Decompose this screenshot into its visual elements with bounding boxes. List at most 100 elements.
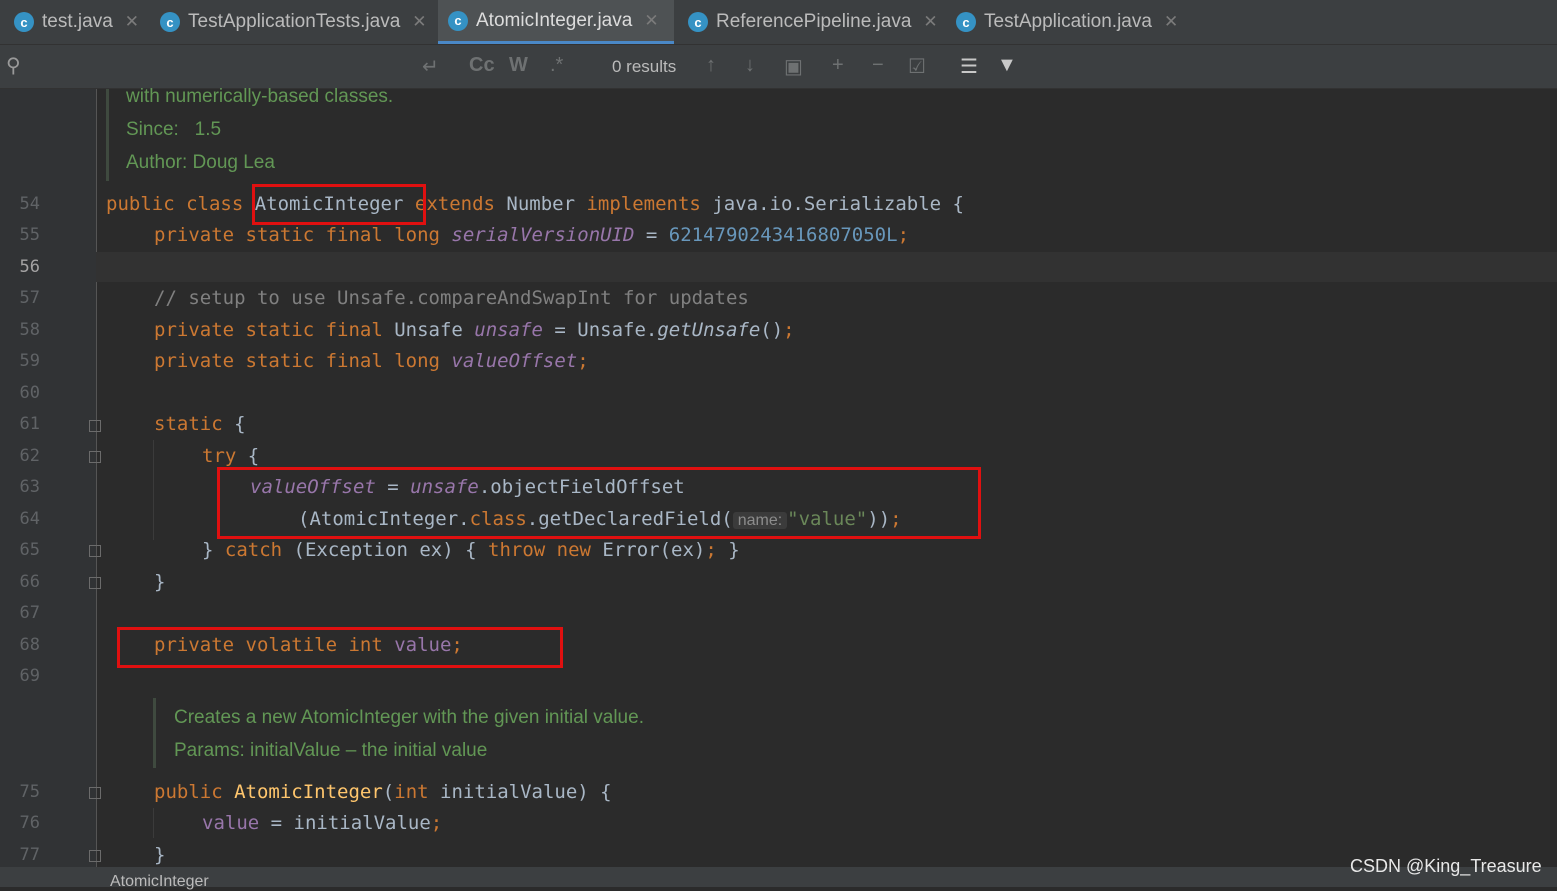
search-results-count: 0 results <box>612 57 677 76</box>
line-number: 65 <box>19 540 40 560</box>
code-semicolon: ; <box>430 812 443 834</box>
code-field: value <box>202 812 260 834</box>
arrow-up-icon[interactable]: ↑ <box>706 54 716 77</box>
code-line-57: // setup to use Unsafe.compareAndSwapInt… <box>154 287 749 309</box>
code-type: Unsafe <box>394 319 475 341</box>
tab-referencepipeline-java[interactable]: c ReferencePipeline.java ✕ <box>678 0 940 44</box>
select-all-occurrences-icon[interactable]: ▣ <box>784 54 803 79</box>
code-field: serialVersionUID <box>451 224 635 246</box>
code-keyword: private static final long <box>154 350 452 372</box>
code-line-77: } <box>154 844 166 866</box>
class-file-icon: c <box>448 10 468 31</box>
line-number: 66 <box>19 572 40 592</box>
doc-comment-text: with numerically-based classes. <box>126 86 394 107</box>
tab-test-java[interactable]: c test.java ✕ <box>4 0 142 44</box>
find-toolbar: ⚲ ↵ Cc W .* 0 results ↑ ↓ ▣ + − ☑ ☰ ▼ <box>0 45 1557 89</box>
line-number: 76 <box>19 813 40 833</box>
tab-testapplication-java[interactable]: c TestApplication.java ✕ <box>946 0 1196 44</box>
doc-comment-bar <box>106 89 109 181</box>
arrow-down-icon[interactable]: ↓ <box>745 54 755 77</box>
fold-marker-icon[interactable] <box>89 577 101 589</box>
highlight-box-value-field <box>117 627 563 668</box>
editor-tab-bar: c test.java ✕ c TestApplicationTests.jav… <box>0 0 1557 45</box>
match-case-toggle[interactable]: Cc <box>469 54 495 77</box>
code-keyword: static <box>154 413 235 435</box>
code-brace: } <box>202 539 225 561</box>
code-keyword: public class <box>106 193 255 215</box>
doc-params: Params: initialValue – the initial value <box>174 740 488 761</box>
code-line-62: try { <box>202 444 259 468</box>
fold-marker-icon[interactable] <box>89 850 101 862</box>
fold-marker-icon[interactable] <box>89 451 101 463</box>
regex-toggle[interactable]: .* <box>550 54 563 77</box>
code-keyword: private static final <box>154 319 395 341</box>
code-keyword: public <box>154 781 235 803</box>
code-line-58: private static final Unsafe unsafe = Uns… <box>154 318 795 342</box>
code-text: (Exception ex) { <box>293 539 488 561</box>
code-paren: ( <box>382 781 395 803</box>
filter-icon[interactable]: ▼ <box>997 54 1017 77</box>
code-keyword: int <box>394 781 441 803</box>
line-number: 57 <box>19 288 40 308</box>
code-keyword: implements <box>575 193 713 215</box>
line-number: 69 <box>19 666 40 686</box>
code-op: = initialValue <box>259 812 431 834</box>
code-line-75: public AtomicInteger(int initialValue) { <box>154 780 612 804</box>
watermark: CSDN @King_Treasure <box>1350 856 1542 876</box>
code-type: Number <box>506 193 576 215</box>
line-number: 63 <box>19 477 40 497</box>
code-semicolon: ; <box>897 224 910 246</box>
class-file-icon: c <box>160 12 180 32</box>
doc-since: Since: 1.5 <box>126 119 222 140</box>
tab-atomicinteger-java[interactable]: c AtomicInteger.java ✕ <box>438 0 674 44</box>
code-text: initialValue) { <box>440 781 612 803</box>
code-paren: () <box>760 319 784 341</box>
code-keyword: throw new <box>488 539 603 561</box>
filter-options-icon[interactable]: ☰ <box>960 54 978 79</box>
words-toggle[interactable]: W <box>509 54 528 77</box>
add-selection-icon[interactable]: + <box>832 54 844 77</box>
code-semicolon: ; <box>783 319 795 341</box>
code-brace: } <box>716 539 740 561</box>
code-call: Error(ex) <box>602 539 706 561</box>
close-icon[interactable]: ✕ <box>923 12 937 32</box>
code-line-76: value = initialValue; <box>202 811 442 835</box>
select-all-icon[interactable]: ☑ <box>908 54 926 79</box>
indent-guide <box>153 440 154 540</box>
line-number: 54 <box>19 194 40 214</box>
code-type: java.io.Serializable { <box>712 193 964 215</box>
fold-marker-icon[interactable] <box>89 420 101 432</box>
close-icon[interactable]: ✕ <box>125 12 139 32</box>
indent-guide <box>153 808 154 838</box>
code-op: = <box>634 224 669 246</box>
highlight-box-class-name <box>252 184 426 225</box>
class-file-icon: c <box>14 12 34 32</box>
code-keyword: try <box>202 445 248 467</box>
line-number: 56 <box>19 257 40 277</box>
close-icon[interactable]: ✕ <box>644 11 658 31</box>
remove-selection-icon[interactable]: − <box>872 54 884 77</box>
current-line-highlight <box>96 252 1557 282</box>
fold-marker-icon[interactable] <box>89 545 101 557</box>
tab-testapplicationtests-java[interactable]: c TestApplicationTests.java ✕ <box>150 0 434 44</box>
search-icon[interactable]: ⚲ <box>6 53 21 78</box>
close-icon[interactable]: ✕ <box>1164 12 1178 32</box>
line-number: 67 <box>19 603 40 623</box>
code-number: 6214790243416807050L <box>668 224 898 246</box>
code-method: getUnsafe <box>657 319 761 341</box>
line-number: 55 <box>19 225 40 245</box>
close-icon[interactable]: ✕ <box>412 12 426 32</box>
code-brace: { <box>247 445 260 467</box>
class-file-icon: c <box>688 12 708 32</box>
code-line-55: private static final long serialVersionU… <box>154 223 909 247</box>
code-line-61: static { <box>154 412 246 436</box>
doc-comment-text: Creates a new AtomicInteger with the giv… <box>174 707 644 728</box>
tab-label: TestApplicationTests.java <box>188 11 401 32</box>
fold-marker-icon[interactable] <box>89 787 101 799</box>
line-number: 64 <box>19 509 40 529</box>
code-field: valueOffset <box>451 350 578 372</box>
new-line-icon[interactable]: ↵ <box>422 54 439 79</box>
line-number: 61 <box>19 414 40 434</box>
gutter-divider <box>96 89 97 867</box>
breadcrumb[interactable]: AtomicInteger <box>110 873 209 891</box>
